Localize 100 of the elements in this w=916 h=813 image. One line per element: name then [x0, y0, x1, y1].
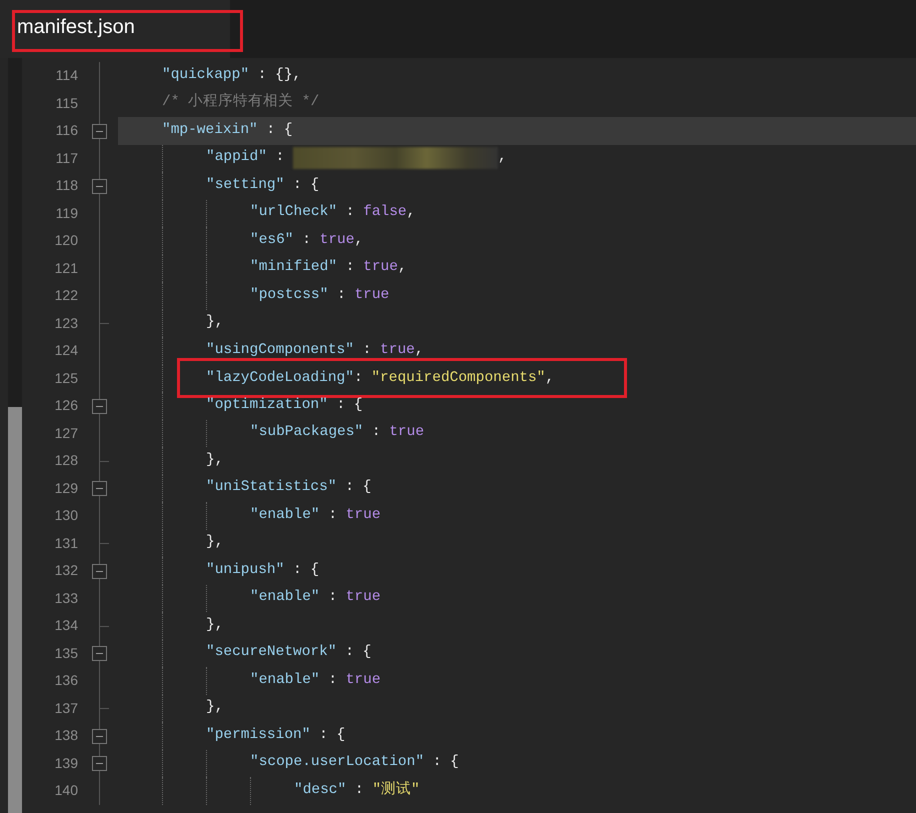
string-value: "测试": [372, 780, 420, 800]
fold-toggle-icon[interactable]: [92, 564, 107, 579]
line-number: 123: [54, 314, 78, 333]
json-key: "uniStatistics": [206, 477, 337, 500]
punctuation: },: [206, 616, 224, 635]
line-number: 119: [54, 204, 78, 223]
punctuation: :: [274, 148, 286, 168]
string-value: "requiredComponents": [371, 369, 546, 388]
punctuation: },: [206, 450, 224, 470]
fold-toggle-icon[interactable]: [92, 398, 107, 414]
punctuation: :: [336, 286, 347, 305]
line-number: 121: [54, 258, 78, 278]
json-key: "unipush": [206, 560, 284, 582]
line-number: 126: [54, 396, 78, 416]
json-key: "appid": [206, 147, 267, 170]
punctuation: : {},: [256, 66, 302, 85]
punctuation: :: [327, 588, 338, 608]
punctuation: ,: [406, 203, 416, 222]
punctuation: ,: [398, 258, 407, 278]
line-number: 114: [54, 66, 78, 86]
punctuation: : {: [292, 560, 320, 580]
fold-toggle-icon[interactable]: [92, 481, 107, 496]
boolean-value: true: [389, 423, 424, 442]
punctuation: :: [327, 506, 338, 525]
punctuation: :: [354, 780, 365, 800]
line-number: 128: [54, 451, 78, 470]
punctuation: :: [301, 230, 312, 250]
line-number: 118: [54, 176, 78, 196]
line-number: 129: [54, 478, 78, 498]
code-comment: /* 小程序特有相关 */: [162, 92, 320, 112]
line-number: 127: [54, 424, 78, 443]
boolean-value: true: [346, 588, 381, 608]
line-number: 136: [54, 671, 78, 690]
punctuation: },: [206, 533, 224, 552]
line-number: 139: [54, 754, 78, 773]
line-number: 115: [54, 94, 78, 113]
line-number: 130: [54, 506, 78, 526]
json-key: "lazyCodeLoading": [206, 368, 354, 390]
line-number: 135: [54, 644, 78, 663]
punctuation: :: [327, 670, 338, 690]
punctuation: ,: [354, 230, 364, 250]
json-key: "enable": [250, 587, 320, 610]
fold-toggle-icon[interactable]: [92, 756, 107, 772]
json-key: "postcss": [250, 284, 328, 307]
line-number: 132: [54, 561, 78, 580]
line-number: 124: [54, 341, 78, 360]
line-number: 133: [54, 588, 78, 608]
boolean-value: true: [363, 258, 398, 278]
punctuation: ,: [414, 340, 424, 360]
fold-toggle-icon[interactable]: [92, 728, 107, 744]
json-key: "es6": [250, 230, 294, 252]
line-number: 138: [54, 726, 78, 746]
punctuation: : {: [344, 478, 372, 498]
boolean-value: true: [380, 340, 415, 360]
punctuation: ,: [498, 148, 507, 168]
fold-toggle-icon[interactable]: [92, 178, 107, 194]
line-number: 117: [54, 148, 78, 168]
line-number: 134: [54, 616, 78, 636]
punctuation: :: [354, 369, 364, 388]
line-number: 122: [54, 286, 78, 306]
json-key: "setting": [206, 174, 284, 197]
fold-toggle-icon[interactable]: [92, 646, 107, 662]
line-number: 125: [54, 368, 78, 388]
punctuation: : {: [318, 726, 346, 745]
json-key: "enable": [250, 504, 320, 527]
line-number: 120: [54, 231, 78, 250]
json-key: "scope.userLocation": [250, 752, 424, 774]
punctuation: :: [344, 258, 356, 278]
line-number: 137: [54, 698, 78, 718]
fold-toggle-icon[interactable]: [92, 124, 107, 139]
boolean-value: false: [363, 203, 407, 222]
punctuation: : {: [336, 396, 363, 415]
scrollbar-thumb[interactable]: [8, 407, 22, 813]
punctuation: ,: [545, 369, 554, 388]
json-key: "permission": [206, 724, 310, 747]
file-tab[interactable]: manifest.json: [12, 10, 243, 52]
line-number: 140: [54, 781, 78, 800]
punctuation: :: [362, 340, 372, 360]
punctuation: :: [370, 423, 382, 442]
punctuation: :: [344, 203, 356, 222]
punctuation: : {: [292, 176, 320, 195]
json-key: "enable": [250, 670, 320, 692]
line-number: 131: [54, 534, 78, 553]
punctuation: },: [206, 698, 224, 718]
json-key: "desc": [294, 780, 346, 802]
json-key: "subPackages": [250, 422, 364, 444]
json-key: "urlCheck": [250, 202, 338, 224]
json-key: "secureNetwork": [206, 642, 337, 664]
boolean-value: true: [346, 670, 381, 690]
boolean-value: true: [320, 230, 354, 250]
boolean-value: true: [354, 286, 390, 305]
punctuation: : {: [432, 753, 459, 772]
punctuation: : {: [344, 643, 372, 662]
json-key: "minified": [250, 257, 338, 280]
boolean-value: true: [346, 506, 381, 525]
punctuation: },: [206, 313, 224, 332]
json-key: "usingComponents": [206, 340, 354, 362]
punctuation: : {: [265, 120, 293, 140]
json-key: "mp-weixin": [162, 120, 258, 142]
json-key: "optimization": [206, 394, 328, 417]
